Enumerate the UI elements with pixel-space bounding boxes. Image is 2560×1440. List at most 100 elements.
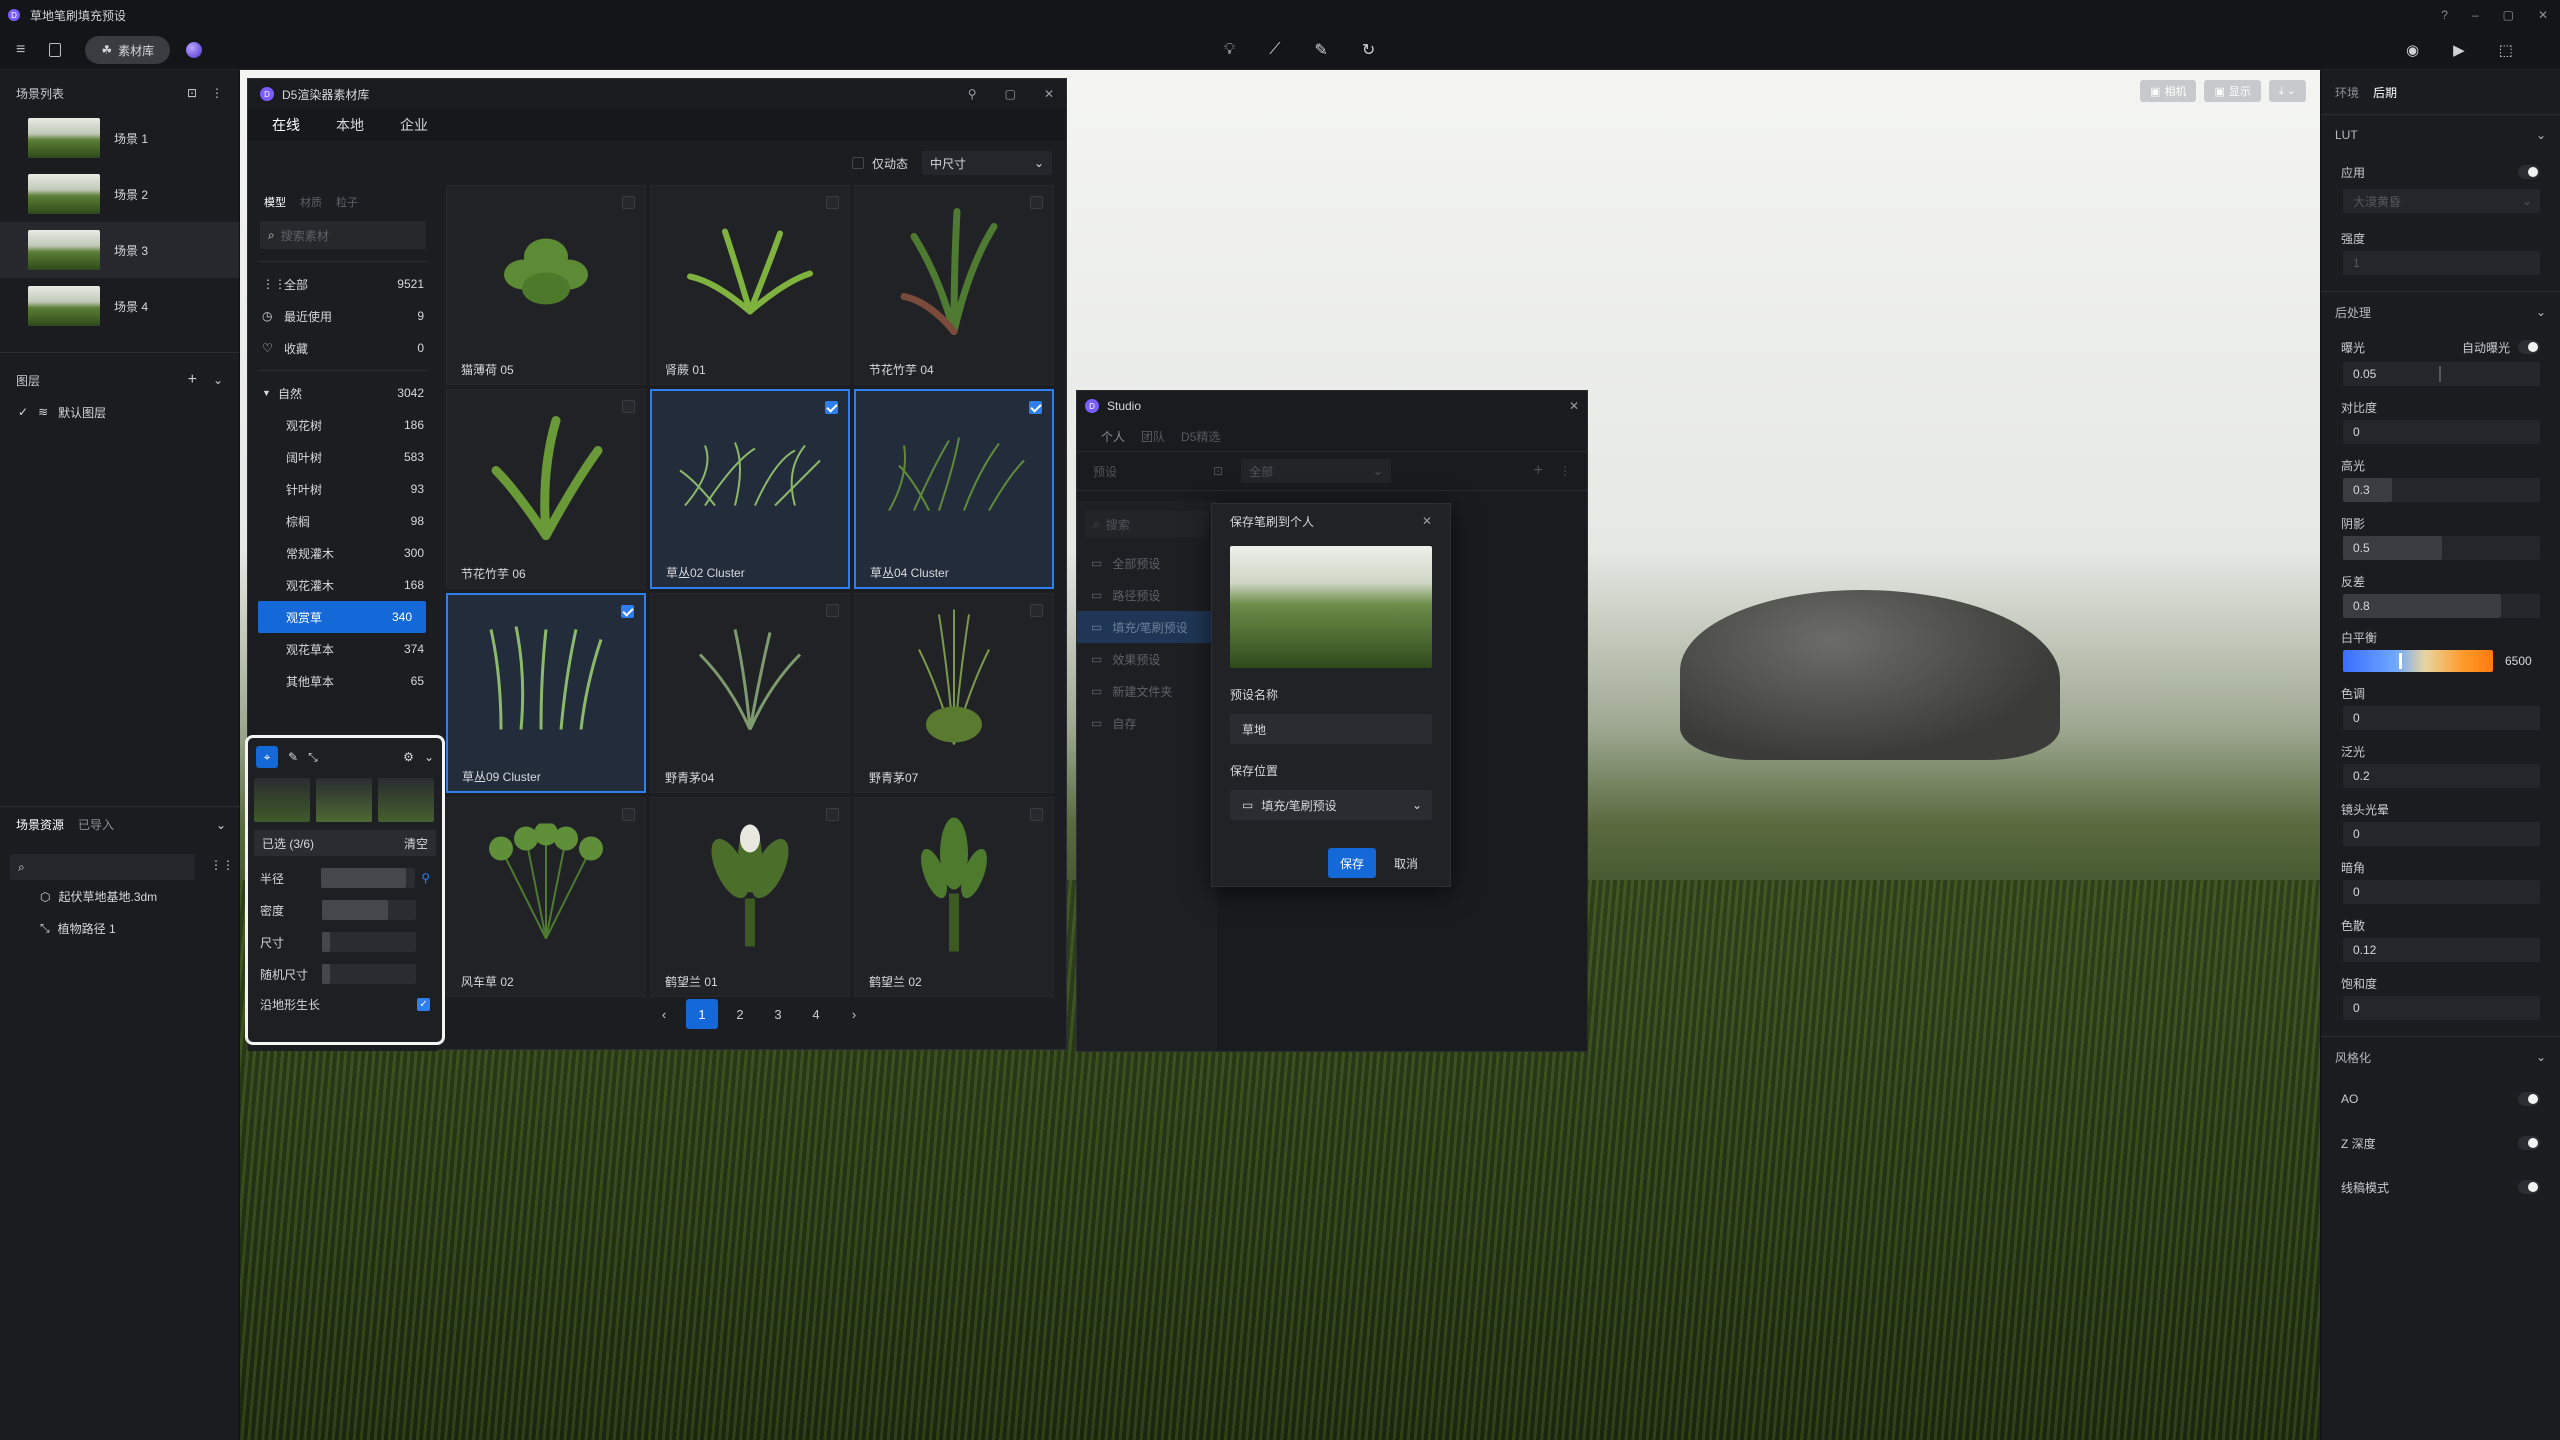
chevron-down-icon[interactable]: ⌄ (2536, 305, 2546, 319)
chevron-down-icon[interactable]: ⌄ (424, 750, 434, 764)
terrain-checkbox[interactable]: ✓ (417, 997, 430, 1011)
pin-icon[interactable]: ⚲ (968, 87, 977, 101)
tab-enterprise[interactable]: 企业 (400, 115, 428, 135)
asset-select-checkbox[interactable] (1030, 196, 1043, 209)
asset-select-checkbox[interactable] (622, 808, 635, 821)
asset-search-input[interactable]: ⌕ 搜索素材 (260, 221, 426, 249)
path-tool-icon[interactable]: ⟋ (1269, 41, 1280, 59)
clear-button[interactable]: 清空 (404, 835, 428, 852)
subcategory-item[interactable]: 常规灌木 300 (248, 537, 438, 569)
asset-select-checkbox[interactable] (1030, 808, 1043, 821)
path-icon[interactable]: ⤡ (308, 750, 318, 765)
light-bulb-icon[interactable]: 💡︎ (1224, 41, 1235, 59)
brush-asset-thumbnail[interactable] (254, 778, 310, 822)
page-3-button[interactable]: 3 (762, 999, 794, 1029)
more-icon[interactable]: ⋮ (1559, 464, 1571, 478)
camera-button[interactable]: ▣ 相机 (2140, 80, 2197, 102)
grid-view-icon[interactable]: ⋮⋮ (210, 858, 234, 872)
style-section[interactable]: 风格化 ⌄ (2321, 1037, 2560, 1077)
param-field[interactable]: 0.2 (2343, 764, 2540, 788)
category-nature[interactable]: ▼ 自然 3042 (248, 377, 438, 409)
category-all[interactable]: ⋮⋮ 全部 9521 (248, 268, 438, 300)
studio-folder-item[interactable]: ▭ 自存 (1077, 707, 1217, 739)
asset-card[interactable]: 肾蕨 01 (650, 185, 850, 385)
resource-search-input[interactable]: ⌕ (10, 854, 195, 880)
download-button[interactable]: ⤓ ⌄ (2268, 80, 2306, 102)
param-field[interactable]: 0.5 (2343, 536, 2540, 560)
only-animated-checkbox[interactable] (852, 157, 864, 169)
zdepth-toggle[interactable] (2518, 1136, 2540, 1150)
wb-slider[interactable] (2343, 650, 2493, 672)
exposure-field[interactable]: 0.05 (2343, 362, 2540, 386)
lut-preset-select[interactable]: 大漠黄昏 ⌄ (2343, 189, 2540, 213)
scene-item[interactable]: 场景 1 (0, 110, 239, 166)
save-button[interactable]: 保存 (1328, 848, 1376, 878)
page-4-button[interactable]: 4 (800, 999, 832, 1029)
resource-item[interactable]: ⬡ 起伏草地基地.3dm (40, 888, 157, 905)
asset-card[interactable]: 草丛02 Cluster (650, 389, 850, 589)
scene-item[interactable]: 场景 4 (0, 278, 239, 334)
asset-card[interactable]: 风车草 02 (446, 797, 646, 997)
asset-select-checkbox[interactable] (1029, 401, 1042, 414)
studio-filter-select[interactable]: 全部 ⌄ (1241, 459, 1392, 483)
subcategory-item[interactable]: 观花灌木 168 (248, 569, 438, 601)
brush-tool-icon[interactable]: ✎ (1314, 40, 1327, 60)
asset-card[interactable]: 猫薄荷 05 (446, 185, 646, 385)
subcategory-item[interactable]: 观花树 186 (248, 409, 438, 441)
param-field[interactable]: 0 (2343, 996, 2540, 1020)
check-icon[interactable]: ✓ (18, 405, 28, 419)
asset-card[interactable]: 节花竹芋 06 (446, 389, 646, 589)
preset-name-input[interactable]: 草地 (1230, 714, 1432, 744)
brush-param-slider[interactable] (322, 932, 416, 952)
param-field[interactable]: 0 (2343, 706, 2540, 730)
refresh-icon[interactable]: ↻ (1362, 40, 1375, 60)
add-layer-icon[interactable]: + (188, 371, 197, 389)
close-window-icon[interactable]: ✕ (2538, 8, 2548, 22)
studio-search-input[interactable]: ⌕ 搜索 (1085, 511, 1209, 537)
category-recent[interactable]: ◷ 最近使用 9 (248, 300, 438, 332)
folder-icon[interactable]: ⊡ (1213, 464, 1223, 478)
settings-icon[interactable]: ⚙ (403, 750, 414, 764)
asset-select-checkbox[interactable] (825, 401, 838, 414)
post-section[interactable]: 后处理 ⌄ (2321, 292, 2560, 332)
wire-toggle[interactable] (2518, 1180, 2540, 1194)
page-1-button[interactable]: 1 (686, 999, 718, 1029)
subcategory-item[interactable]: 阔叶树 583 (248, 441, 438, 473)
brush-asset-thumbnail[interactable] (378, 778, 434, 822)
asset-select-checkbox[interactable] (1030, 604, 1043, 617)
tab-local[interactable]: 本地 (336, 115, 364, 135)
param-field[interactable]: 0.3 (2343, 478, 2540, 502)
tab-online[interactable]: 在线 (272, 115, 300, 135)
display-button[interactable]: ▣ 显示 (2204, 80, 2261, 102)
menu-icon[interactable]: ≡ (16, 41, 25, 59)
render-icon[interactable]: ⬚ (2499, 41, 2513, 59)
subtab-material[interactable]: 材质 (300, 194, 322, 210)
chevron-down-icon[interactable]: ⌄ (2536, 1050, 2546, 1064)
brush-paint-icon[interactable]: ⌖ (256, 746, 278, 768)
close-icon[interactable]: ✕ (1044, 87, 1054, 101)
more-icon[interactable]: ⋮ (211, 86, 223, 100)
asset-select-checkbox[interactable] (826, 604, 839, 617)
close-icon[interactable]: ✕ (1569, 399, 1579, 413)
asset-card[interactable]: 鹤望兰 01 (650, 797, 850, 997)
category-favorites[interactable]: ♡ 收藏 0 (248, 332, 438, 364)
page-2-button[interactable]: 2 (724, 999, 756, 1029)
wb-slider-handle[interactable] (2399, 653, 2402, 669)
material-library-button[interactable]: ☘ 素材库 (85, 36, 171, 64)
chevron-down-icon[interactable]: ⌄ (213, 373, 223, 387)
asset-card[interactable]: 野青茅04 (650, 593, 850, 793)
apply-toggle[interactable] (2518, 165, 2540, 179)
prev-page-button[interactable]: ‹ (648, 999, 680, 1029)
subcategory-item[interactable]: 观赏草 340 (258, 601, 426, 633)
intensity-field[interactable]: 1 (2343, 251, 2540, 275)
lut-section[interactable]: LUT ⌄ (2321, 115, 2560, 155)
asset-card[interactable]: 草丛09 Cluster (446, 593, 646, 793)
add-icon[interactable]: + (1534, 462, 1543, 480)
chevron-down-icon[interactable]: ⌄ (216, 818, 226, 832)
video-icon[interactable]: ▶ (2453, 41, 2465, 59)
tab-team[interactable]: 团队 (1141, 428, 1165, 445)
scene-item[interactable]: 场景 2 (0, 166, 239, 222)
tab-personal[interactable]: 个人 (1101, 428, 1125, 445)
asset-card[interactable]: 野青茅07 (854, 593, 1054, 793)
maximize-icon[interactable]: ▢ (1005, 87, 1016, 101)
